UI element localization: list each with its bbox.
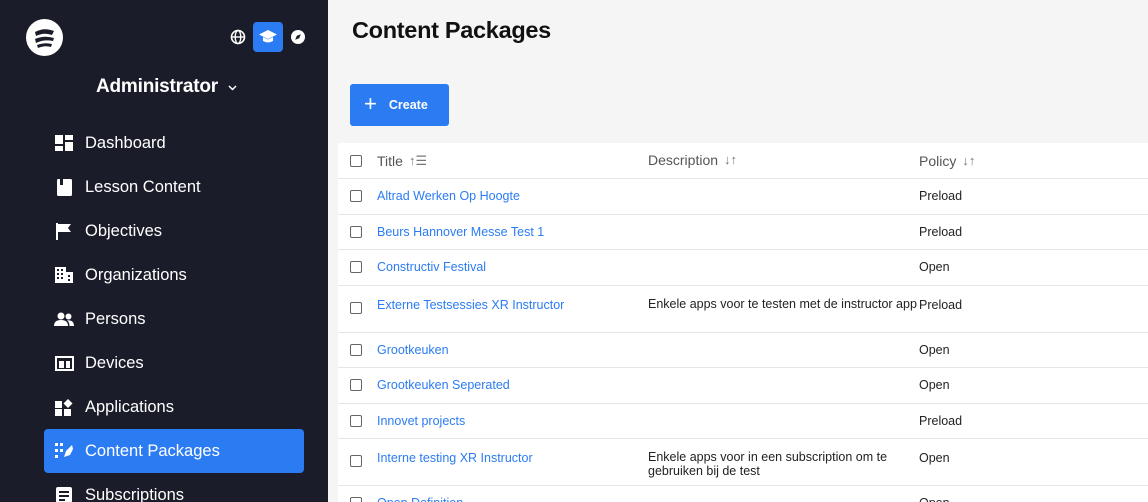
page-title: Content Packages: [352, 17, 551, 43]
role-label: Administrator: [96, 76, 218, 97]
row-policy: Preload: [919, 189, 963, 204]
sort-icon: ↓↑: [962, 153, 976, 168]
row-description: Enkele apps voor te testen met de instru…: [648, 296, 917, 311]
sidebar-item-persons[interactable]: Persons: [44, 297, 304, 341]
table-header: Title ↑☰ Description ↓↑ Policy ↓↑: [338, 143, 1148, 179]
row-description: [648, 179, 918, 214]
row-title-link[interactable]: Innovet projects: [377, 404, 465, 439]
sidebar-nav: Dashboard Lesson Content Objectives Orga…: [44, 121, 304, 502]
sidebar: Administrator Dashboard Lesson Content O…: [0, 0, 328, 502]
logo-icon: [35, 29, 54, 48]
row-description: [648, 215, 918, 250]
create-button[interactable]: + Create: [350, 84, 449, 126]
sidebar-item-applications[interactable]: Applications: [44, 385, 304, 429]
row-checkbox[interactable]: [350, 301, 362, 314]
compass-icon[interactable]: [283, 22, 313, 52]
row-checkbox[interactable]: [350, 261, 362, 274]
sidebar-item-label: Persons: [85, 309, 146, 328]
row-checkbox[interactable]: [350, 343, 362, 356]
row-checkbox[interactable]: [350, 497, 362, 502]
column-header-description[interactable]: Description ↓↑: [648, 143, 918, 178]
row-description: [648, 250, 918, 285]
row-policy: Open: [919, 378, 950, 393]
row-description: [648, 368, 918, 403]
row-title-link[interactable]: Open Definition: [377, 486, 463, 502]
building-icon: [54, 265, 74, 285]
row-policy: Open: [919, 342, 950, 357]
row-policy: Preload: [919, 224, 963, 239]
row-checkbox[interactable]: [350, 379, 362, 392]
row-checkbox[interactable]: [350, 190, 362, 203]
row-title-link[interactable]: Beurs Hannover Messe Test 1: [377, 215, 544, 250]
applications-icon: [54, 397, 74, 417]
sidebar-item-subscriptions[interactable]: Subscriptions: [44, 473, 304, 502]
content-packages-icon: [54, 441, 74, 461]
app-window: Administrator Dashboard Lesson Content O…: [0, 0, 1148, 502]
sidebar-item-label: Devices: [85, 353, 144, 372]
role-selector[interactable]: Administrator: [96, 76, 237, 98]
table-row: Altrad Werken Op Hoogte Preload: [338, 179, 1148, 215]
table-row: Interne testing XR Instructor Enkele app…: [338, 439, 1148, 486]
main-content: Content Packages + Create Title ↑☰ Descr…: [328, 0, 1148, 502]
row-policy: Open: [919, 260, 950, 275]
plus-icon: +: [364, 91, 377, 116]
sidebar-item-label: Dashboard: [85, 133, 166, 152]
table-row: Open Definition Open: [338, 486, 1148, 502]
table-row: Constructiv Festival Open: [338, 250, 1148, 286]
sidebar-item-label: Organizations: [85, 265, 187, 284]
column-header-title[interactable]: Title ↑☰: [377, 143, 427, 178]
subscriptions-icon: [54, 485, 74, 502]
table-row: Externe Testsessies XR Instructor Enkele…: [338, 286, 1148, 333]
sidebar-item-label: Content Packages: [85, 441, 220, 460]
book-icon: [54, 177, 74, 197]
row-description: Enkele apps voor in een subscription om …: [648, 450, 888, 478]
sidebar-item-label: Applications: [85, 397, 174, 416]
graduation-cap-icon[interactable]: [253, 22, 283, 52]
sidebar-item-organizations[interactable]: Organizations: [44, 253, 304, 297]
chevron-down-icon: [228, 85, 237, 91]
flag-icon: [54, 221, 74, 241]
row-policy: Preload: [919, 297, 963, 312]
row-checkbox[interactable]: [350, 225, 362, 238]
sidebar-item-devices[interactable]: Devices: [44, 341, 304, 385]
sort-ascending-icon: ↑☰: [408, 152, 428, 168]
row-title-link[interactable]: Grootkeuken Seperated: [377, 368, 510, 403]
row-checkbox[interactable]: [350, 414, 362, 427]
select-all-checkbox[interactable]: [350, 154, 362, 167]
globe-icon[interactable]: [223, 22, 253, 52]
row-policy: Preload: [919, 413, 963, 428]
dashboard-icon: [54, 133, 74, 153]
table-row: Grootkeuken Seperated Open: [338, 368, 1148, 404]
sidebar-item-dashboard[interactable]: Dashboard: [44, 121, 304, 165]
row-title-link[interactable]: Interne testing XR Instructor: [377, 439, 533, 485]
devices-icon: [54, 353, 74, 373]
row-policy: Open: [919, 486, 950, 502]
sidebar-item-label: Lesson Content: [85, 177, 201, 196]
row-title-link[interactable]: Altrad Werken Op Hoogte: [377, 179, 520, 214]
row-description: [648, 404, 918, 439]
sidebar-item-objectives[interactable]: Objectives: [44, 209, 304, 253]
users-icon: [54, 309, 74, 329]
table-row: Beurs Hannover Messe Test 1 Preload: [338, 215, 1148, 250]
sidebar-item-label: Objectives: [85, 221, 163, 240]
row-policy: Open: [919, 451, 950, 465]
row-title-link[interactable]: Constructiv Festival: [377, 250, 486, 285]
create-button-label: Create: [388, 98, 428, 112]
row-title-link[interactable]: Externe Testsessies XR Instructor: [377, 286, 564, 332]
content-packages-table: Title ↑☰ Description ↓↑ Policy ↓↑ Altrad…: [338, 143, 1148, 502]
column-header-policy[interactable]: Policy ↓↑: [919, 143, 975, 178]
row-title-link[interactable]: Grootkeuken: [377, 333, 449, 368]
row-checkbox[interactable]: [350, 455, 362, 467]
top-icon-bar: [223, 22, 313, 52]
logo[interactable]: [26, 19, 63, 56]
row-description: [648, 486, 918, 502]
table-row: Innovet projects Preload: [338, 404, 1148, 439]
sidebar-item-label: Subscriptions: [85, 485, 185, 502]
sort-icon: ↓↑: [724, 152, 738, 168]
row-description: [648, 333, 918, 368]
sidebar-item-lesson-content[interactable]: Lesson Content: [44, 165, 304, 209]
sidebar-item-content-packages[interactable]: Content Packages: [44, 429, 304, 473]
table-row: Grootkeuken Open: [338, 333, 1148, 368]
